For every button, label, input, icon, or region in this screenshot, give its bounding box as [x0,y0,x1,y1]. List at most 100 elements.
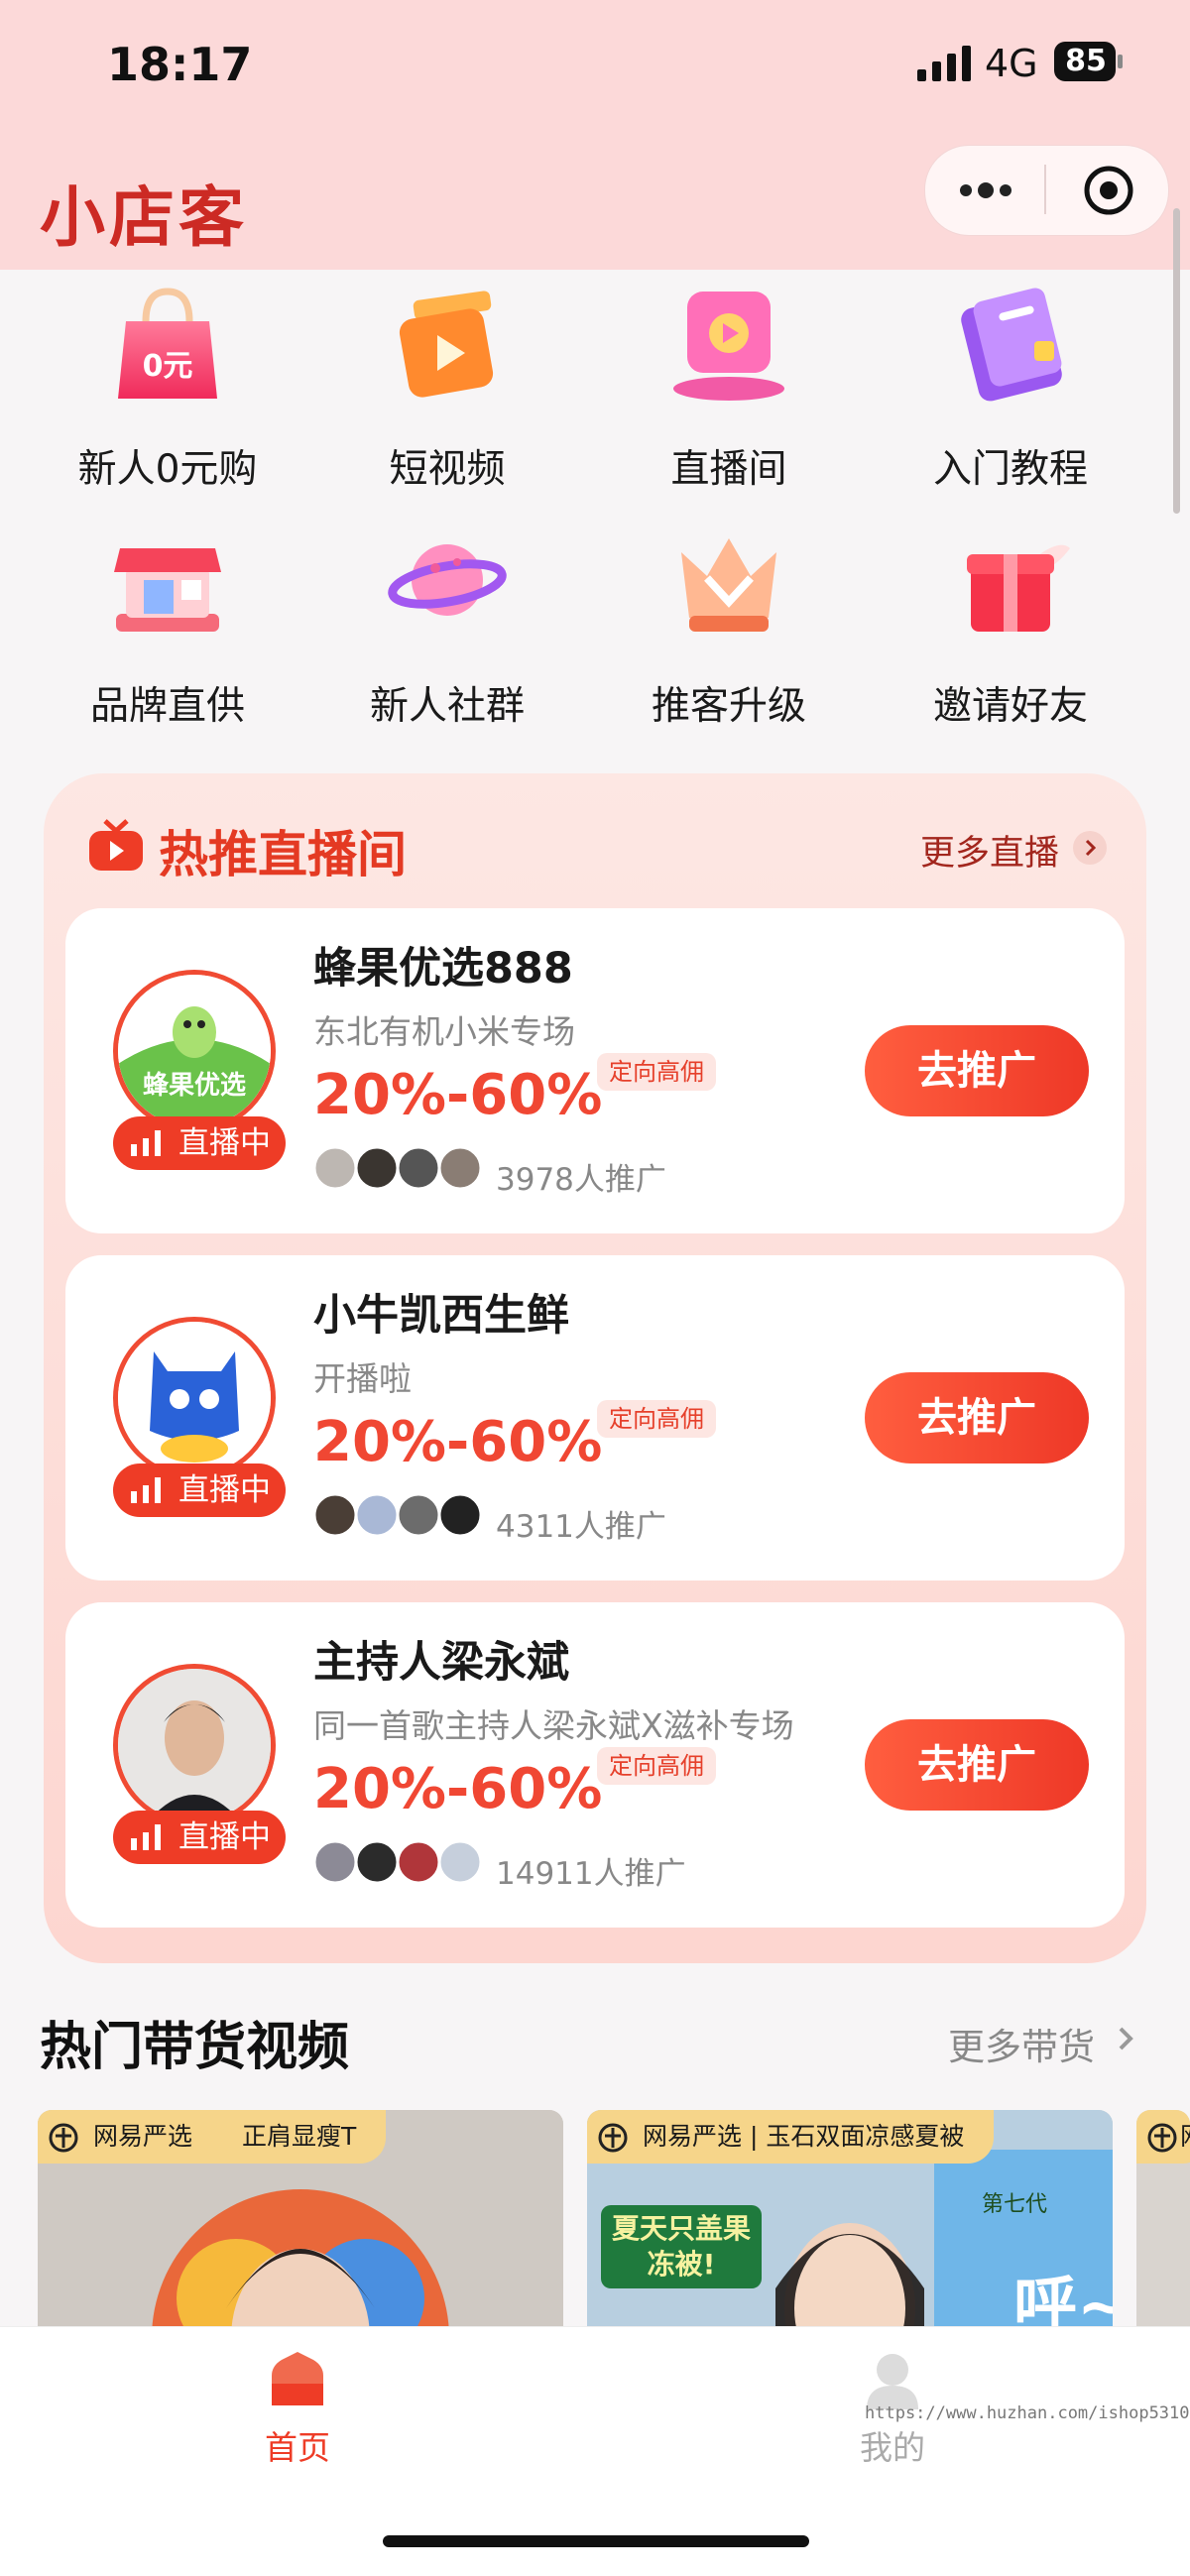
more-live-link[interactable]: 更多直播 [920,825,1059,876]
video-banner: 网 [1136,2110,1190,2164]
promoter-avatars [313,1492,483,1538]
signal-icon [917,46,971,81]
grid-label: 推客升级 [651,684,806,729]
video-play-icon [399,291,494,398]
shop-name: 主持人梁永斌 [313,1638,569,1688]
more-goods-link[interactable]: 更多带货 [948,2017,1095,2070]
scrollbar[interactable] [1173,208,1180,514]
grid-item-brand-supply[interactable]: 品牌直供 [44,519,292,747]
grid-item-tutorial[interactable]: 入门教程 [887,282,1134,510]
video-overlay-text: 第七代 [982,2192,1047,2217]
home-icon[interactable] [268,2350,327,2407]
close-target-icon[interactable] [1081,163,1136,218]
grid-label: 邀请好友 [932,684,1088,729]
grid-item-upgrade[interactable]: 推客升级 [605,519,853,747]
video-brand: 网 [1180,2122,1190,2151]
promoter-count: 14911人推广 [496,1856,686,1892]
live-badge-label: 直播中 [178,1125,271,1161]
chevron-right-icon[interactable] [1073,831,1107,865]
live-bars-icon [131,1477,161,1503]
video-brand: 网易严选 [93,2122,193,2151]
grid-label: 短视频 [389,447,506,492]
commission-tag: 定向高佣 [597,1747,716,1785]
avatar: 蜂果优选 [113,970,276,1132]
tutorial-book-icon [961,288,1062,402]
app-title: 小店客 [40,179,248,256]
capsule-divider [1044,165,1046,214]
video-banner: 网易严选 正肩显瘦T [38,2110,387,2164]
grid-item-new-user-free[interactable]: 0元 新人0元购 [44,282,292,510]
live-bars-icon [131,1824,161,1850]
shopping-bag-icon: 0元 [118,288,217,399]
grid-label: 入门教程 [932,447,1088,492]
live-bars-icon [131,1130,161,1156]
hot-videos-title: 热门带货视频 [40,2018,350,2077]
user-icon[interactable] [863,2350,922,2411]
commission-rate: 20%-60% [313,1063,603,1127]
live-card[interactable]: 直播中 小牛凯西生鲜 开播啦 20%-60% 定向高佣 4311人推广 去推广 [65,1255,1125,1581]
grid-item-short-video[interactable]: 短视频 [323,282,571,510]
avatar [113,1317,276,1479]
grid-label: 直播间 [670,447,787,492]
video-caption: 玉石双面凉感夏被 [766,2122,965,2151]
live-badge-label: 直播中 [178,1472,271,1508]
live-status-badge: 直播中 [113,1464,286,1517]
live-card[interactable]: 直播中 主持人梁永斌 同一首歌主持人梁永斌X滋补专场 20%-60% 定向高佣 … [65,1602,1125,1928]
promote-button[interactable]: 去推广 [865,1719,1089,1811]
brand-logo-icon [1147,2123,1177,2153]
video-banner: 网易严选 | 玉石双面凉感夏被 [587,2110,995,2164]
tv-icon [89,819,143,871]
brand-logo-icon [598,2123,628,2153]
promoter-count: 4311人推广 [496,1509,666,1545]
commission-tag: 定向高佣 [597,1053,716,1091]
bee-logo-icon: 蜂果优选 [118,975,271,1127]
video-caption: 正肩显瘦T [242,2122,357,2151]
promoter-avatars [313,1145,483,1191]
home-indicator[interactable] [383,2535,809,2547]
tab-me[interactable]: 我的 [823,2421,962,2469]
hot-live-title: 热推直播间 [159,826,407,883]
promoter-count: 3978人推广 [496,1162,666,1198]
status-time: 18:17 [107,38,253,91]
live-badge-label: 直播中 [178,1819,271,1855]
video-sticker: 夏天只盖果冻被! [601,2205,762,2288]
shop-subtitle: 东北有机小米专场 [313,1012,575,1051]
shop-name: 小牛凯西生鲜 [313,1291,569,1341]
network-type: 4G [985,42,1038,85]
battery-level: 85 [1065,44,1107,78]
live-status-badge: 直播中 [113,1811,286,1864]
grid-item-live-room[interactable]: 直播间 [605,282,853,510]
grid-item-invite[interactable]: 邀请好友 [887,519,1134,747]
grid-label: 品牌直供 [89,684,245,729]
video-brand: 网易严选 [643,2122,743,2151]
promoter-avatars [313,1839,483,1885]
bag-price-text: 0元 [143,349,193,384]
tab-home[interactable]: 首页 [228,2421,367,2469]
more-dots-icon[interactable] [954,171,1017,210]
commission-tag: 定向高佣 [597,1400,716,1438]
avatar [113,1664,276,1826]
gift-icon [967,544,1070,632]
watermark-text: https://www.huzhan.com/ishop53105 [865,2403,1190,2423]
brand-logo-icon [49,2123,78,2153]
commission-rate: 20%-60% [313,1410,603,1474]
live-card[interactable]: 蜂果优选 直播中 蜂果优选888 东北有机小米专场 20%-60% 定向高佣 3… [65,908,1125,1233]
shop-subtitle: 开播啦 [313,1359,412,1398]
live-room-icon [673,292,784,401]
chevron-right-icon[interactable] [1111,2023,1140,2054]
promote-button[interactable]: 去推广 [865,1025,1089,1116]
host-portrait-icon [118,1669,271,1821]
crown-icon [681,538,776,632]
live-status-badge: 直播中 [113,1116,286,1170]
planet-icon [388,544,507,616]
grid-item-community[interactable]: 新人社群 [323,519,571,747]
grid-label: 新人0元购 [77,447,258,492]
store-icon [114,548,221,632]
shop-name: 蜂果优选888 [313,944,573,994]
promote-button[interactable]: 去推广 [865,1372,1089,1464]
bull-mascot-icon [118,1322,271,1474]
commission-rate: 20%-60% [313,1757,603,1821]
grid-label: 新人社群 [369,684,525,729]
avatar-text: 蜂果优选 [143,1071,246,1101]
shop-subtitle: 同一首歌主持人梁永斌X滋补专场 [313,1706,794,1745]
